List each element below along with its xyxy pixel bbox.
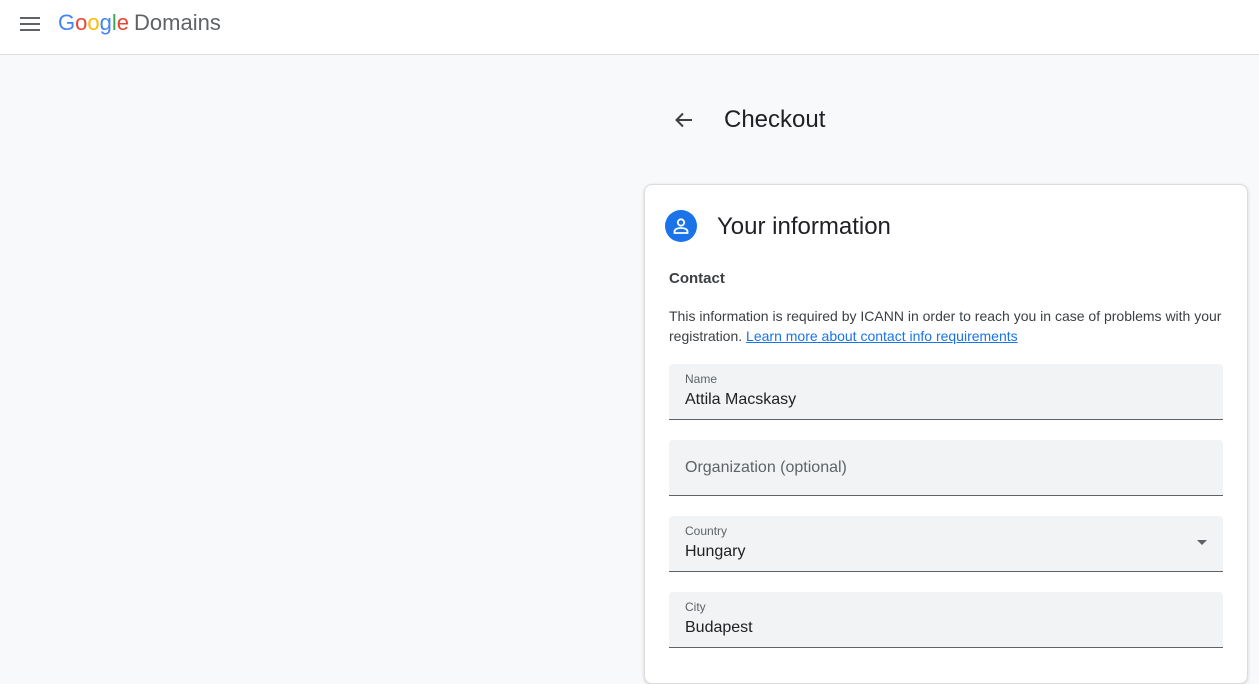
logo-letter: e — [116, 10, 130, 35]
main-menu-button[interactable] — [10, 4, 50, 44]
section-title: Your information — [717, 213, 891, 240]
logo-letter: g — [99, 10, 112, 35]
logo-letter: o — [75, 10, 88, 35]
organization-field[interactable]: Organization (optional) — [669, 440, 1223, 496]
person-icon — [673, 218, 689, 234]
arrow-back-icon — [675, 112, 692, 128]
top-app-bar: Google Domains — [0, 0, 1259, 55]
logo-letter: G — [58, 10, 76, 35]
contact-info-requirements-link[interactable]: Learn more about contact info requiremen… — [746, 328, 1018, 344]
contact-description: This information is required by ICANN in… — [669, 306, 1225, 346]
logo-product-name: Domains — [134, 10, 221, 35]
logo-letter: o — [87, 10, 100, 35]
name-input[interactable] — [685, 390, 1185, 410]
city-input[interactable] — [685, 618, 1185, 638]
organization-placeholder: Organization (optional) — [685, 459, 847, 476]
hamburger-menu-icon — [20, 17, 40, 31]
country-selected-value: Hungary — [685, 543, 746, 560]
city-field-label: City — [685, 600, 706, 614]
country-field-label: Country — [685, 524, 728, 538]
google-domains-logo[interactable]: Google Domains — [58, 9, 221, 37]
city-field[interactable]: City — [669, 592, 1223, 648]
arrow-drop-down-icon — [1197, 540, 1207, 545]
section-avatar — [665, 210, 697, 242]
country-select[interactable]: Country Hungary — [669, 516, 1223, 572]
name-field[interactable]: Name — [669, 364, 1223, 420]
name-field-label: Name — [685, 372, 718, 386]
contact-subheading: Contact — [669, 270, 725, 287]
page-title: Checkout — [724, 106, 826, 133]
your-information-card: Your information Contact This informatio… — [644, 184, 1248, 684]
back-button[interactable] — [664, 100, 704, 140]
